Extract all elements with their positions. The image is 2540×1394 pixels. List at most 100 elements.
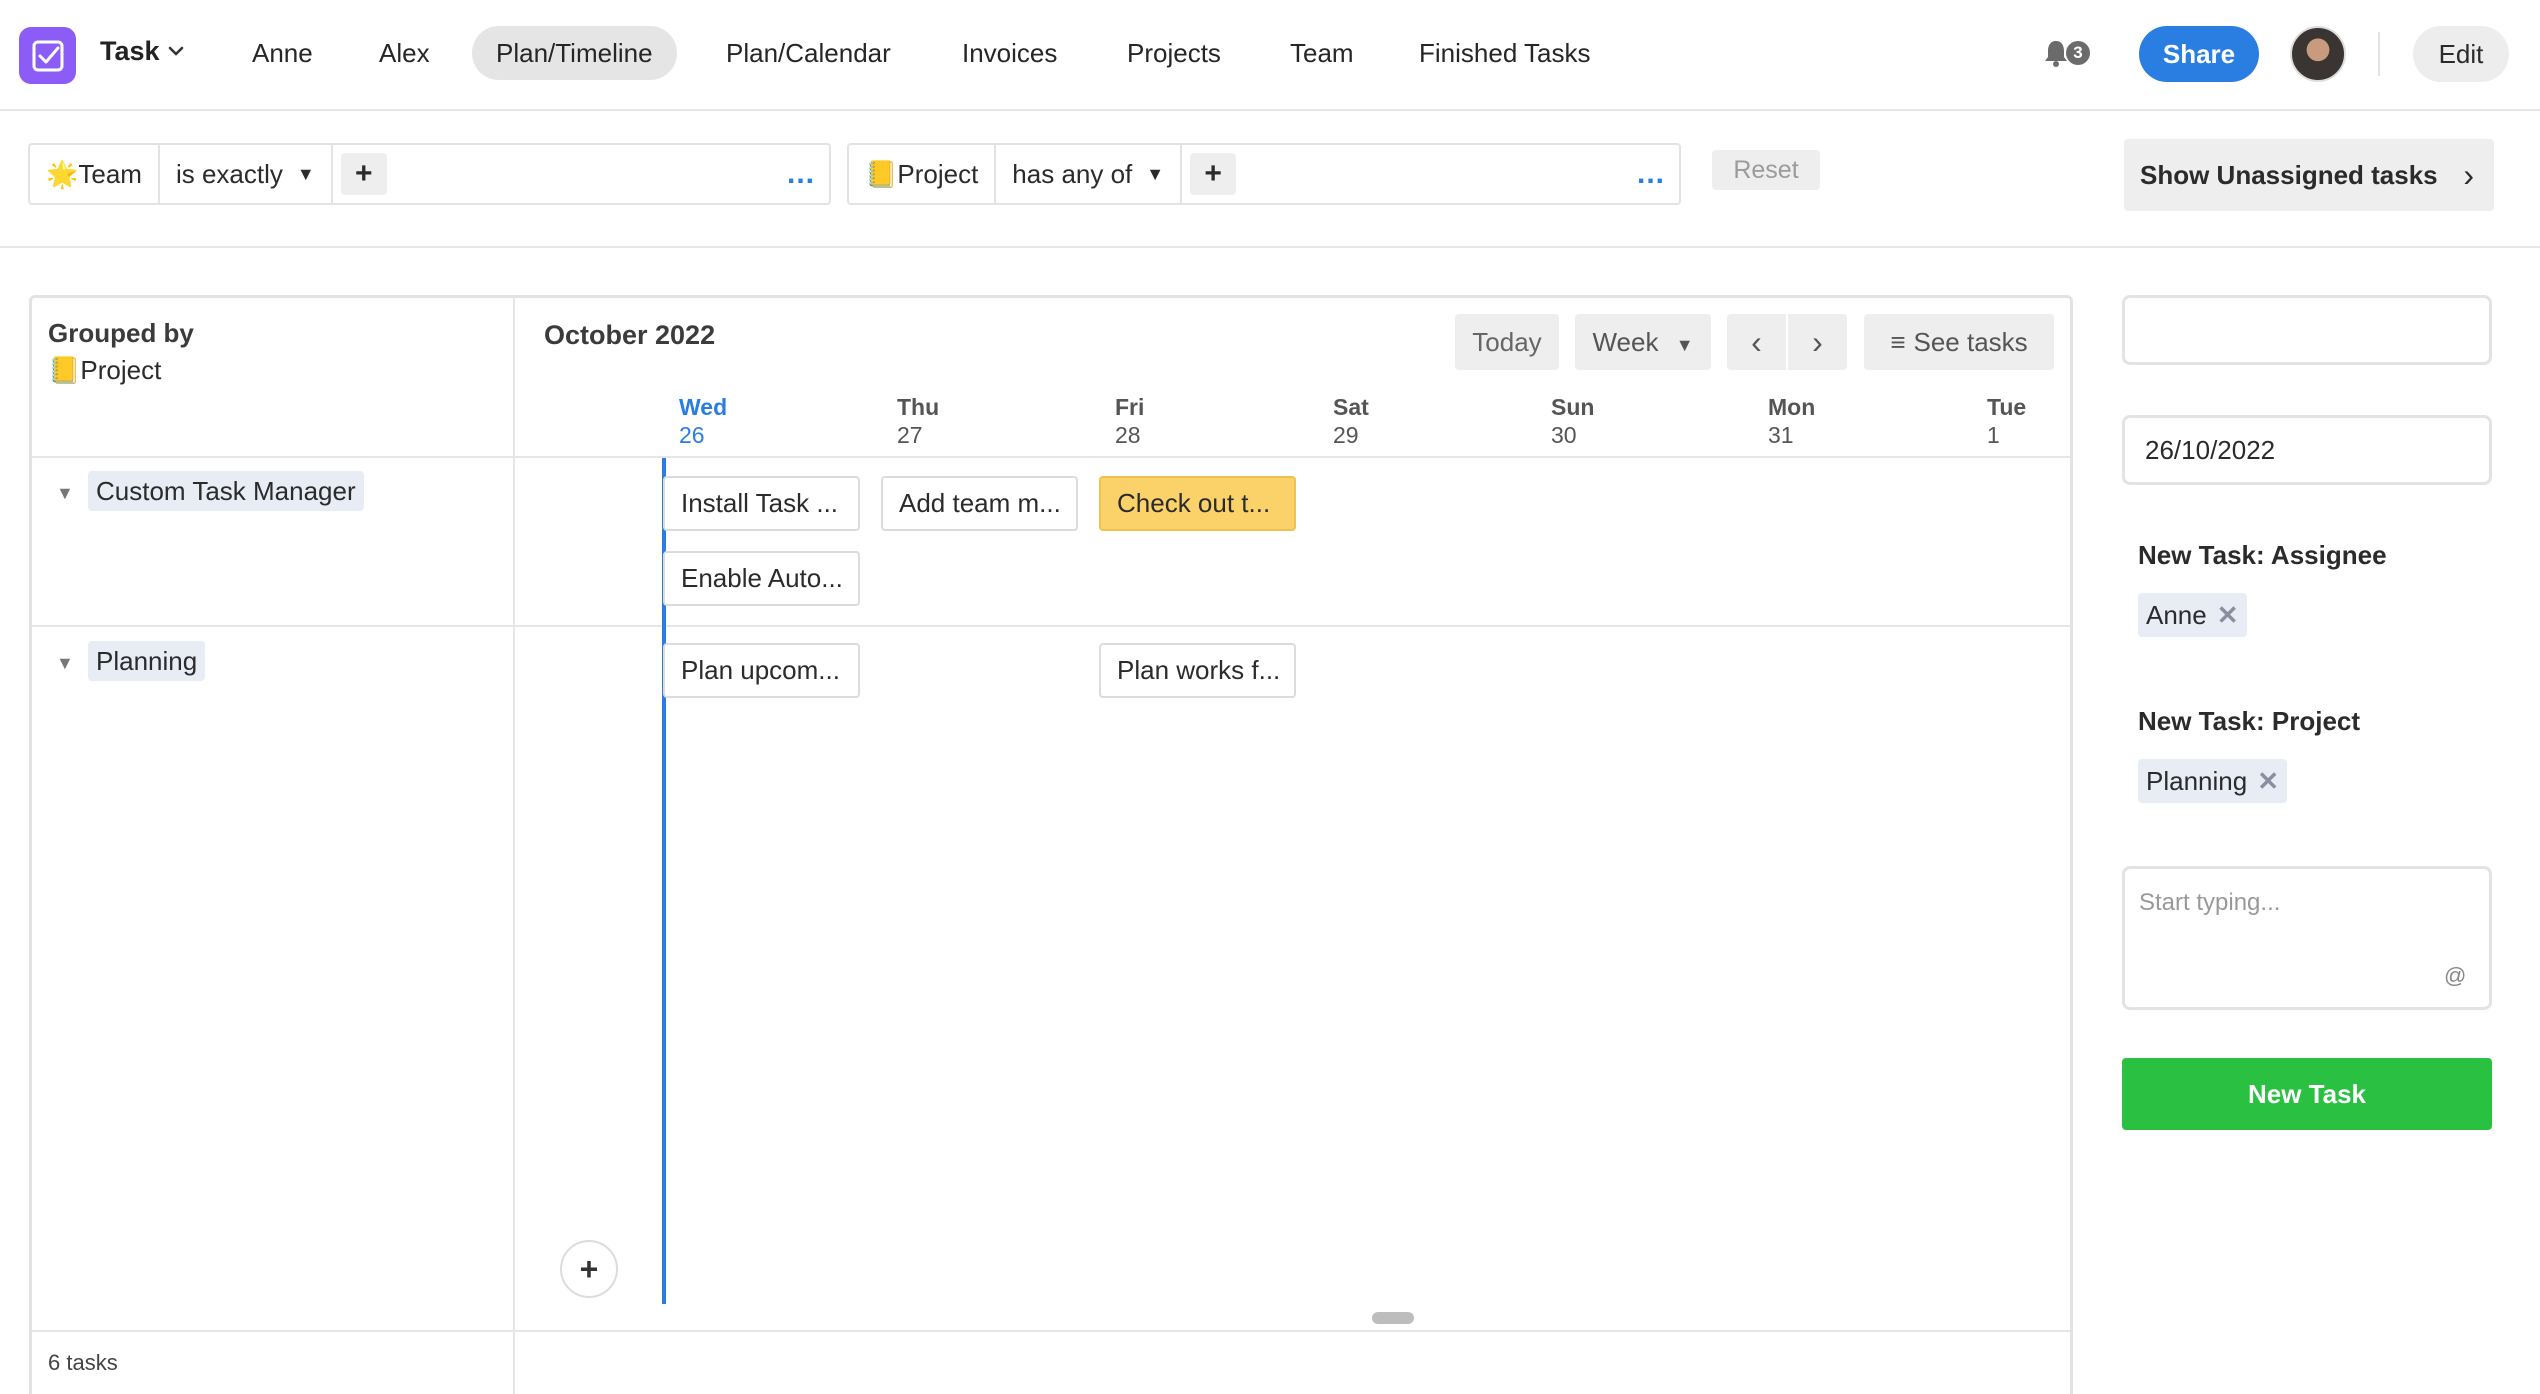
collapse-triangle-icon[interactable]: ▼ (56, 653, 74, 674)
filter-field-project[interactable]: 📒Project (849, 145, 997, 203)
add-filter-value-button[interactable]: + (340, 153, 387, 195)
day-number: 1 (1987, 422, 2000, 448)
new-task-button[interactable]: New Task (2122, 1058, 2492, 1130)
share-button[interactable]: Share (2139, 26, 2259, 82)
add-filter-value-button[interactable]: + (1190, 153, 1237, 195)
list-icon: ≡ (1890, 327, 1906, 357)
day-number: 27 (897, 422, 923, 448)
column-divider (513, 297, 515, 1394)
day-name: Wed (679, 394, 728, 420)
assignee-chip[interactable]: Anne ✕ (2138, 593, 2247, 637)
grouped-by-field[interactable]: 📒Project (48, 355, 161, 386)
filter-operator-select[interactable]: is exactly ▼ (160, 145, 333, 203)
day-name: Mon (1768, 394, 1816, 420)
caret-down-icon: ▼ (1146, 163, 1165, 184)
tab-finished-tasks[interactable]: Finished Tasks (1395, 26, 1615, 80)
day-number: 28 (1115, 422, 1141, 448)
task-title-input[interactable] (2122, 295, 2492, 365)
day-number: 29 (1333, 422, 1359, 448)
grouped-by-label: Grouped by (48, 318, 194, 348)
tab-anne[interactable]: Anne (228, 26, 337, 80)
see-tasks-button[interactable]: ≡ See tasks (1864, 314, 2054, 370)
caret-down-icon: ▼ (296, 163, 315, 184)
day-name: Tue (1987, 394, 2027, 420)
more-options-icon[interactable]: ... (1623, 145, 1679, 203)
day-header-sat: Sat 29 (1333, 393, 1369, 449)
filter-value-area[interactable] (1236, 145, 1623, 203)
day-name: Sat (1333, 394, 1369, 420)
filter-operator-label: has any of (1012, 158, 1133, 189)
day-header-sun: Sun 30 (1551, 393, 1594, 449)
filter-operator-select[interactable]: has any of ▼ (996, 145, 1183, 203)
top-navigation-bar: Task Anne Alex Plan/Timeline Plan/Calend… (0, 0, 2540, 111)
remove-icon[interactable]: ✕ (2257, 766, 2279, 796)
project-name: Planning (2146, 766, 2248, 796)
caret-down-icon: ▼ (1675, 335, 1694, 355)
filter-field-team[interactable]: 🌟Team (30, 145, 160, 203)
notification-count-badge: 3 (2066, 41, 2090, 65)
tab-team[interactable]: Team (1266, 26, 1378, 80)
assignee-name: Anne (2146, 600, 2207, 630)
task-card[interactable]: Plan works f... (1099, 643, 1296, 698)
filter-value-area[interactable] (387, 145, 773, 203)
reset-filters-button[interactable]: Reset (1712, 150, 1820, 190)
day-number: 30 (1551, 422, 1577, 448)
group-custom-task-manager[interactable]: Custom Task Manager (88, 471, 364, 511)
collapse-triangle-icon[interactable]: ▼ (56, 483, 74, 504)
footer-divider (32, 1330, 2070, 1332)
add-task-button[interactable]: + (560, 1240, 618, 1298)
tab-plan-calendar[interactable]: Plan/Calendar (702, 26, 915, 80)
range-select[interactable]: Week ▼ (1575, 314, 1711, 370)
filter-project: 📒Project has any of ▼ + ... (847, 143, 1681, 205)
user-avatar[interactable] (2290, 26, 2346, 82)
task-count-label: 6 tasks (48, 1350, 118, 1375)
more-options-icon[interactable]: ... (773, 145, 829, 203)
project-chip[interactable]: Planning ✕ (2138, 759, 2287, 803)
task-card[interactable]: Add team m... (881, 476, 1078, 531)
tab-invoices[interactable]: Invoices (938, 26, 1081, 80)
filter-operator-label: is exactly (175, 158, 283, 189)
date-input[interactable]: 26/10/2022 (2122, 415, 2492, 485)
day-header-fri: Fri 28 (1115, 393, 1144, 449)
show-unassigned-tasks-button[interactable]: Show Unassigned tasks › (2124, 139, 2494, 211)
task-card[interactable]: Install Task ... (663, 476, 860, 531)
app-name-label[interactable]: Task (100, 36, 160, 67)
task-card-highlighted[interactable]: Check out t... (1099, 476, 1296, 531)
chevron-down-icon[interactable] (165, 40, 187, 62)
day-header-thu: Thu 27 (897, 393, 939, 449)
tab-alex[interactable]: Alex (355, 26, 454, 80)
day-name: Thu (897, 394, 940, 420)
day-number: 31 (1768, 422, 1794, 448)
assignee-label: New Task: Assignee (2138, 540, 2387, 570)
range-label: Week (1592, 327, 1659, 357)
chevron-right-icon: › (2463, 157, 2474, 193)
edit-button[interactable]: Edit (2413, 26, 2509, 82)
period-nav: ‹ › (1727, 314, 1847, 370)
day-name: Fri (1115, 394, 1145, 420)
day-header-tue: Tue 1 (1987, 393, 2026, 449)
today-button[interactable]: Today (1455, 314, 1559, 370)
notes-input[interactable]: Start typing... (2122, 866, 2492, 1010)
project-label: New Task: Project (2138, 706, 2361, 736)
divider (2378, 32, 2380, 76)
day-header-mon: Mon 31 (1768, 393, 1815, 449)
tab-projects[interactable]: Projects (1103, 26, 1245, 80)
scroll-handle[interactable] (1372, 1312, 1414, 1324)
header-divider (32, 456, 2070, 458)
day-name: Sun (1551, 394, 1595, 420)
next-period-button[interactable]: › (1788, 314, 1847, 370)
task-card[interactable]: Plan upcom... (663, 643, 860, 698)
remove-icon[interactable]: ✕ (2217, 600, 2239, 630)
mention-icon[interactable]: @ (2444, 963, 2466, 989)
group-planning[interactable]: Planning (88, 641, 206, 681)
month-title: October 2022 (544, 320, 716, 350)
timeline-panel (29, 295, 2073, 1394)
previous-period-button[interactable]: ‹ (1727, 314, 1788, 370)
app-logo-icon[interactable] (19, 27, 76, 84)
day-number: 26 (679, 422, 705, 448)
group-divider (32, 625, 2070, 627)
tab-plan-timeline[interactable]: Plan/Timeline (472, 26, 677, 80)
day-header-wed: Wed 26 (679, 393, 727, 449)
task-card[interactable]: Enable Auto... (663, 551, 860, 606)
filter-team: 🌟Team is exactly ▼ + ... (28, 143, 831, 205)
